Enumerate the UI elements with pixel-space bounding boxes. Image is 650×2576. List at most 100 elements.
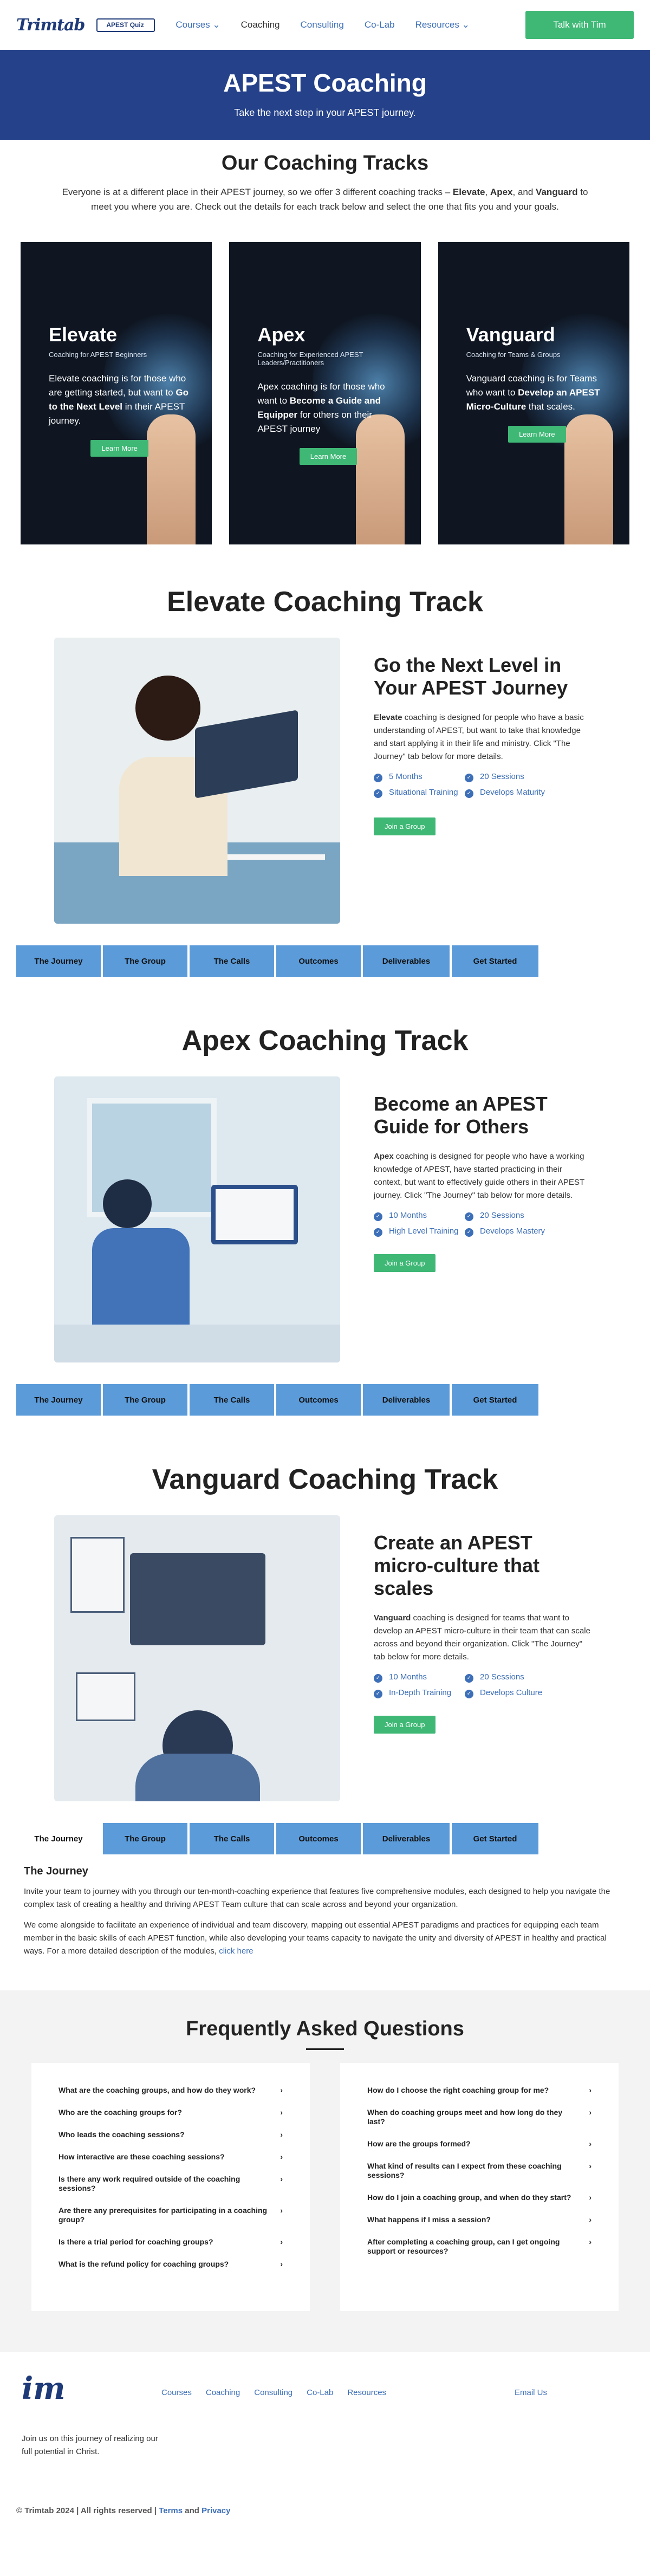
faq-question: What are the coaching groups, and how do…	[58, 2086, 256, 2094]
feature-item: Develops Maturity	[465, 788, 573, 798]
track-card-vanguard: Vanguard Coaching for Teams & Groups Van…	[438, 242, 629, 544]
chevron-right-icon: ›	[280, 2175, 283, 2183]
join-group-button[interactable]: Join a Group	[374, 1254, 436, 1272]
laptop-screen	[195, 710, 298, 799]
tab-the-journey[interactable]: The Journey	[16, 945, 101, 977]
chevron-right-icon: ›	[589, 2162, 592, 2170]
learn-more-button[interactable]: Learn More	[508, 426, 566, 443]
faq-item[interactable]: How do I join a coaching group, and when…	[367, 2186, 592, 2209]
faq-item[interactable]: How do I choose the right coaching group…	[367, 2079, 592, 2101]
tracks-heading: Our Coaching Tracks	[221, 152, 429, 174]
faq-columns: What are the coaching groups, and how do…	[0, 2050, 650, 2311]
tab-the-journey[interactable]: The Journey	[16, 1823, 101, 1854]
tab-get-started[interactable]: Get Started	[452, 1823, 538, 1854]
tab-the-group[interactable]: The Group	[103, 1823, 187, 1854]
chevron-right-icon: ›	[589, 2139, 592, 2148]
tab-the-group[interactable]: The Group	[103, 945, 187, 977]
card-content: Apex Coaching for Experienced APEST Lead…	[257, 323, 399, 465]
chevron-right-icon: ›	[280, 2086, 283, 2094]
tracks-intro-text: Everyone is at a different place in thei…	[60, 185, 590, 214]
trimtab-logo[interactable]: Trimtab	[16, 16, 85, 35]
tab-the-calls[interactable]: The Calls	[190, 945, 274, 977]
faq-item[interactable]: Who leads the coaching sessions? ›	[58, 2124, 283, 2146]
terms-link[interactable]: Terms	[159, 2506, 183, 2515]
faq-item[interactable]: What happens if I miss a session? ›	[367, 2209, 592, 2231]
tab-outcomes[interactable]: Outcomes	[276, 1823, 361, 1854]
lead-word: Apex	[374, 1152, 394, 1161]
privacy-link[interactable]: Privacy	[202, 2506, 230, 2515]
faq-item[interactable]: When do coaching groups meet and how lon…	[367, 2101, 592, 2133]
footer-link-colab[interactable]: Co-Lab	[307, 2388, 333, 2397]
journey-paragraph-1: Invite your team to journey with you thr…	[24, 1887, 610, 1909]
tab-the-group[interactable]: The Group	[103, 1384, 187, 1416]
faq-item[interactable]: Who are the coaching groups for? ›	[58, 2101, 283, 2124]
and-text: and	[183, 2506, 202, 2515]
footer: im Courses Coaching Consulting Co-Lab Re…	[0, 2352, 650, 2569]
elevate-info: Go the Next Level in Your APEST Journey …	[374, 638, 590, 924]
tab-outcomes[interactable]: Outcomes	[276, 945, 361, 977]
nav-consulting[interactable]: Consulting	[300, 20, 343, 30]
learn-more-button[interactable]: Learn More	[90, 440, 148, 457]
tab-outcomes[interactable]: Outcomes	[276, 1384, 361, 1416]
faq-item[interactable]: How are the groups formed? ›	[367, 2133, 592, 2155]
footer-link-coaching[interactable]: Coaching	[206, 2388, 240, 2397]
modules-link[interactable]: click here	[219, 1946, 253, 1956]
tab-deliverables[interactable]: Deliverables	[363, 1384, 450, 1416]
page-title: APEST Coaching	[223, 69, 427, 97]
footer-link-consulting[interactable]: Consulting	[254, 2388, 292, 2397]
chevron-right-icon: ›	[589, 2237, 592, 2246]
footer-link-courses[interactable]: Courses	[161, 2388, 192, 2397]
footer-nav: Courses Coaching Consulting Co-Lab Resou…	[161, 2388, 386, 2397]
apex-heading: Become an APEST Guide for Others	[374, 1093, 548, 1138]
feature-item: 20 Sessions	[465, 1672, 573, 1683]
talk-with-tim-button[interactable]: Talk with Tim	[525, 11, 634, 39]
track-card-apex: Apex Coaching for Experienced APEST Lead…	[229, 242, 421, 544]
tab-the-calls[interactable]: The Calls	[190, 1823, 274, 1854]
faq-column-left: What are the coaching groups, and how do…	[31, 2063, 310, 2311]
nav-colab[interactable]: Co-Lab	[365, 20, 395, 30]
nav-courses[interactable]: Courses ⌄	[176, 20, 220, 30]
feature-item: Develops Culture	[465, 1688, 573, 1698]
track-card-elevate: Elevate Coaching for APEST Beginners Ele…	[21, 242, 212, 544]
join-group-button[interactable]: Join a Group	[374, 1716, 436, 1734]
journey-text: We come alongside to facilitate an exper…	[24, 1920, 607, 1956]
chevron-right-icon: ›	[280, 2260, 283, 2268]
learn-more-button[interactable]: Learn More	[299, 448, 358, 465]
email-us-link[interactable]: Email Us	[515, 2388, 547, 2397]
faq-item[interactable]: What are the coaching groups, and how do…	[58, 2079, 283, 2101]
tab-get-started[interactable]: Get Started	[452, 945, 538, 977]
faq-item[interactable]: After completing a coaching group, can I…	[367, 2231, 592, 2262]
faq-question: How interactive are these coaching sessi…	[58, 2152, 225, 2161]
vanguard-illustration	[54, 1515, 340, 1801]
tab-deliverables[interactable]: Deliverables	[363, 945, 450, 977]
feature-item: Develops Mastery	[465, 1227, 573, 1237]
nav-resources[interactable]: Resources ⌄	[415, 20, 470, 30]
tab-the-journey[interactable]: The Journey	[16, 1384, 101, 1416]
footer-logo[interactable]: im	[22, 2371, 66, 2406]
card-content: Vanguard Coaching for Teams & Groups Van…	[466, 323, 608, 443]
faq-column-right: How do I choose the right coaching group…	[340, 2063, 619, 2311]
copyright-text: © Trimtab 2024 | All rights reserved |	[16, 2506, 159, 2515]
tab-the-calls[interactable]: The Calls	[190, 1384, 274, 1416]
nav-coaching[interactable]: Coaching	[241, 20, 280, 30]
faq-question: Who leads the coaching sessions?	[58, 2130, 185, 2139]
faq-item[interactable]: How interactive are these coaching sessi…	[58, 2146, 283, 2168]
elevate-illustration	[54, 638, 340, 924]
desc-c: that scales.	[526, 401, 575, 412]
apest-quiz-logo[interactable]: APEST Quiz	[96, 18, 155, 32]
body-text: coaching is designed for people who have…	[374, 713, 584, 761]
vanguard-heading: Create an APEST micro-culture that scale…	[374, 1532, 540, 1599]
faq-item[interactable]: Is there a trial period for coaching gro…	[58, 2231, 283, 2253]
faq-item[interactable]: Are there any prerequisites for particip…	[58, 2199, 283, 2231]
faq-item[interactable]: What kind of results can I expect from t…	[367, 2155, 592, 2186]
feature-item: In-Depth Training	[374, 1688, 465, 1698]
faq-item[interactable]: Is there any work required outside of th…	[58, 2168, 283, 2199]
faq-item[interactable]: What is the refund policy for coaching g…	[58, 2253, 283, 2275]
elevate-heading: Go the Next Level in Your APEST Journey	[374, 654, 568, 699]
footer-link-resources[interactable]: Resources	[347, 2388, 386, 2397]
join-group-button[interactable]: Join a Group	[374, 817, 436, 835]
chevron-right-icon: ›	[589, 2193, 592, 2202]
tab-get-started[interactable]: Get Started	[452, 1384, 538, 1416]
tab-deliverables[interactable]: Deliverables	[363, 1823, 450, 1854]
vanguard-features: 10 Months 20 Sessions In-Depth Training …	[374, 1672, 590, 1698]
